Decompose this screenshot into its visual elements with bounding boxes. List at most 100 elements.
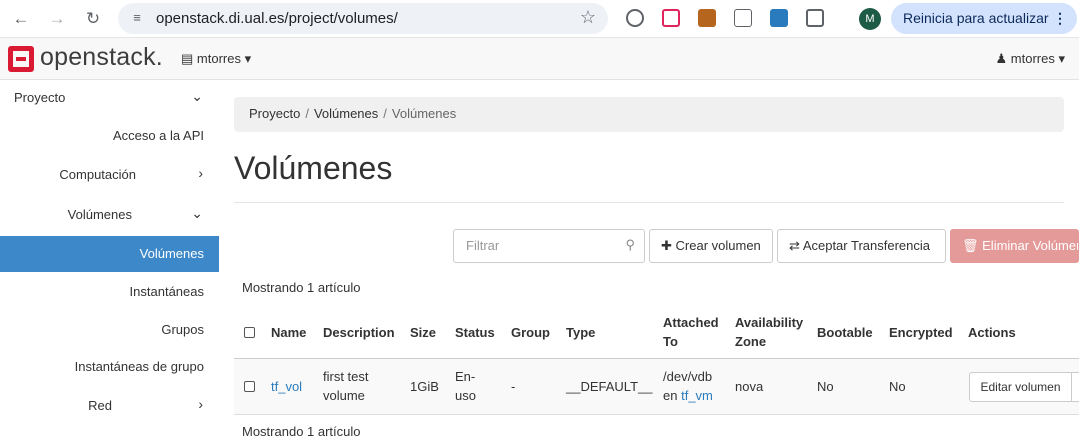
select-all-checkbox[interactable] xyxy=(244,327,255,338)
volume-description: first test volume xyxy=(323,367,369,405)
sidebar-item-label: Grupos xyxy=(161,322,204,337)
kebab-menu-icon[interactable]: ⋮ xyxy=(1053,3,1067,34)
volume-type: __DEFAULT__ xyxy=(566,379,653,394)
update-label: Reinicia para actualizar xyxy=(903,10,1049,26)
back-arrow-icon[interactable]: ← xyxy=(10,8,32,30)
col-header-availability-zone[interactable]: Availability Zone xyxy=(735,313,803,351)
instance-link[interactable]: tf_vm xyxy=(681,388,713,403)
sidebar-item-proyecto[interactable]: Proyecto ⌄ xyxy=(0,80,219,116)
caret-down-icon: ▾ xyxy=(1058,51,1065,66)
volume-encrypted: No xyxy=(889,379,906,394)
create-volume-button[interactable]: ✚ Crear volumen xyxy=(649,229,773,263)
volume-status-line1: En- xyxy=(455,369,476,384)
col-header-attached-line2: To xyxy=(663,334,678,349)
caret-down-icon: ▾ xyxy=(244,51,252,66)
col-header-type[interactable]: Type xyxy=(566,323,595,342)
sidebar-item-snapshots[interactable]: Instantáneas xyxy=(0,274,219,310)
volume-bootable: No xyxy=(817,379,834,394)
divider xyxy=(234,202,1064,203)
col-header-size[interactable]: Size xyxy=(410,323,436,342)
volume-group: - xyxy=(511,379,516,394)
user-name: mtorres xyxy=(1010,51,1055,66)
row-checkbox[interactable] xyxy=(244,381,255,392)
volume-attached-to: /dev/vdb en tf_vm xyxy=(663,367,713,405)
item-count-footer: Mostrando 1 artículo xyxy=(242,424,361,439)
volume-description-line1: first test xyxy=(323,369,369,384)
breadcrumb-separator: / xyxy=(305,106,309,121)
site-settings-icon[interactable]: ≡ xyxy=(128,9,146,27)
col-header-attached[interactable]: Attached To xyxy=(663,313,719,351)
trash-icon: 🗑 xyxy=(962,238,979,253)
profile-avatar[interactable]: M xyxy=(859,8,881,30)
attached-instance: en tf_vm xyxy=(663,386,713,405)
browser-toolbar: ← → ↻ ≡ openstack.di.ual.es/project/volu… xyxy=(0,0,1079,38)
sidebar-item-group-snapshots[interactable]: Instantáneas de grupo xyxy=(0,349,219,385)
page-title: Volúmenes xyxy=(234,150,393,186)
reload-icon[interactable]: ↻ xyxy=(82,8,104,30)
item-count: Mostrando 1 artículo xyxy=(242,280,361,295)
sidebar-item-label: Instantáneas xyxy=(129,284,204,299)
sidebar-item-groups[interactable]: Grupos xyxy=(0,312,219,348)
extension-blue-icon[interactable] xyxy=(770,9,788,27)
volume-availability-zone: nova xyxy=(735,379,764,394)
breadcrumb-item[interactable]: Volúmenes xyxy=(314,106,378,121)
sidebar-item-label: Instantáneas de grupo xyxy=(74,359,204,374)
sidebar-item-api-access[interactable]: Acceso a la API xyxy=(0,118,219,154)
accept-transfer-label: Aceptar Transferencia xyxy=(802,238,930,253)
accept-transfer-button[interactable]: ⇄ Aceptar Transferencia xyxy=(777,229,946,263)
url-text: openstack.di.ual.es/project/volumes/ xyxy=(156,10,398,27)
user-icon: ♟ xyxy=(995,51,1008,66)
filter-input[interactable]: Filtrar ⚲ xyxy=(453,229,645,263)
col-header-bootable[interactable]: Bootable xyxy=(817,323,873,342)
extension-circle-icon[interactable] xyxy=(626,9,644,27)
volume-status: En- uso xyxy=(455,367,476,405)
pocket-icon[interactable] xyxy=(662,9,680,27)
plus-icon: ✚ xyxy=(661,238,672,253)
chevron-down-icon: ⌄ xyxy=(191,205,203,221)
logo-text[interactable]: openstack. xyxy=(40,43,163,72)
search-icon[interactable]: ⚲ xyxy=(625,237,635,253)
sidebar-item-network[interactable]: Red › xyxy=(0,388,219,424)
attached-prefix: en xyxy=(663,388,678,403)
project-name: mtorres xyxy=(196,51,241,66)
col-header-actions: Actions xyxy=(968,325,1016,340)
table-footer-rule xyxy=(234,414,1079,415)
extension-orange-icon[interactable] xyxy=(698,9,716,27)
transfer-icon: ⇄ xyxy=(789,238,800,253)
user-menu[interactable]: ♟ mtorres ▾ xyxy=(996,51,1066,67)
puzzle-icon[interactable] xyxy=(806,9,824,27)
sidebar-item-volumes-group[interactable]: Volúmenes ⌄ xyxy=(0,197,219,233)
forward-arrow-icon[interactable]: → xyxy=(46,8,68,30)
col-header-az-line2: Zone xyxy=(735,334,767,349)
chevron-down-icon: ⌄ xyxy=(191,88,203,104)
create-volume-label: Crear volumen xyxy=(675,238,761,253)
breadcrumb: Proyecto / Volúmenes / Volúmenes xyxy=(234,97,1064,132)
sidebar-item-label: Proyecto xyxy=(14,90,66,105)
col-header-name[interactable]: Name xyxy=(271,323,306,342)
sidebar-item-label: Red xyxy=(88,398,112,413)
col-header-az-line1: Availability xyxy=(735,315,804,330)
volume-name-link[interactable]: tf_vol xyxy=(271,377,302,396)
volume-description-line2: volume xyxy=(323,388,365,403)
col-header-encrypted[interactable]: Encrypted xyxy=(889,323,953,342)
sidebar-item-volumes[interactable]: Volúmenes xyxy=(0,236,219,272)
reader-icon[interactable] xyxy=(734,9,752,27)
project-selector[interactable]: ▤ mtorres ▾ xyxy=(181,51,251,67)
app-header: openstack. ▤ mtorres ▾ ♟ mtorres ▾ xyxy=(0,38,1079,80)
volume-status-line2: uso xyxy=(455,388,476,403)
openstack-logo-icon[interactable] xyxy=(8,46,34,72)
col-header-status[interactable]: Status xyxy=(455,323,495,342)
delete-volumes-label: Eliminar Volúmenes xyxy=(982,238,1078,253)
breadcrumb-item[interactable]: Proyecto xyxy=(249,106,300,121)
breadcrumb-separator: / xyxy=(383,106,387,121)
col-header-group[interactable]: Group xyxy=(511,323,550,342)
chevron-right-icon: › xyxy=(198,396,203,412)
bookmark-star-icon[interactable]: ☆ xyxy=(580,7,596,28)
col-header-description[interactable]: Description xyxy=(323,323,395,342)
actions-dropdown-toggle[interactable] xyxy=(1071,372,1079,402)
edit-volume-button[interactable]: Editar volumen xyxy=(969,372,1072,402)
address-bar[interactable]: ≡ openstack.di.ual.es/project/volumes/ ☆ xyxy=(118,3,608,34)
update-button[interactable]: Reinicia para actualizar ⋮ xyxy=(891,3,1077,34)
delete-volumes-button[interactable]: 🗑 Eliminar Volúmenes xyxy=(950,229,1079,263)
sidebar-item-compute[interactable]: Computación › xyxy=(0,157,219,193)
